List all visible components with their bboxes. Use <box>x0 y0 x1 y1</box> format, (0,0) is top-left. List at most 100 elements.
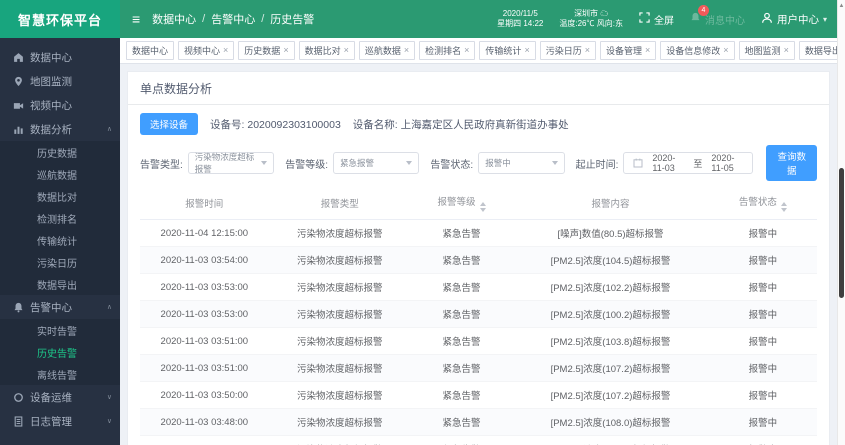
cell-alarm-level: 紧急告警 <box>411 274 513 301</box>
cell-alarm-type: 污染物浓度超标报警 <box>269 247 411 274</box>
table-row[interactable]: 2020-11-03 03:50:00污染物浓度超标报警紧急告警[PM2.5]浓… <box>140 382 817 409</box>
bell-icon <box>13 302 24 313</box>
content-area: 单点数据分析 选择设备 设备号: 2020092303100003 设备名称: … <box>120 64 837 445</box>
table-row[interactable]: 2020-11-04 12:15:00污染物浓度超标报警紧急告警[噪声]数值(8… <box>140 220 817 247</box>
hamburger-menu-icon[interactable]: ≡ <box>132 11 140 27</box>
date-start-value[interactable]: 2020-11-03 <box>652 153 684 173</box>
sidebar-subitem-cruise-data[interactable]: 巡航数据 <box>0 163 120 185</box>
sidebar-subitem-pollution-calendar[interactable]: 污染日历 <box>0 251 120 273</box>
alarm-level-select[interactable]: 紧急报警 <box>333 152 419 174</box>
sidebar-subitem-data-export[interactable]: 数据导出 <box>0 273 120 295</box>
close-icon[interactable] <box>223 46 228 55</box>
video-camera-icon <box>13 100 24 111</box>
close-icon[interactable] <box>524 46 529 55</box>
breadcrumb-item[interactable]: 数据中心 <box>152 11 196 27</box>
breadcrumb-item[interactable]: 告警中心 <box>211 11 255 27</box>
table-row[interactable]: 2020-11-03 03:54:00污染物浓度超标报警紧急告警[PM2.5]浓… <box>140 247 817 274</box>
alarm-type-select[interactable]: 污染物浓度超标报警 <box>188 152 274 174</box>
daterange-label: 起止时间: <box>576 156 619 171</box>
device-name-label: 设备名称: <box>353 119 398 131</box>
sub-item-label: 巡航数据 <box>37 167 77 182</box>
sidebar-item-video-center[interactable]: 视频中心 <box>0 93 120 117</box>
tab-data-compare[interactable]: 数据比对 <box>299 41 355 60</box>
sidebar-subitem-transfer-stats[interactable]: 传输统计 <box>0 229 120 251</box>
sidebar-item-data-center[interactable]: 数据中心 <box>0 45 120 69</box>
sidebar-item-label: 日志管理 <box>30 414 72 429</box>
page-title: 单点数据分析 <box>128 72 829 105</box>
tab-pollution-calendar[interactable]: 污染日历 <box>540 41 596 60</box>
close-icon[interactable] <box>723 46 728 55</box>
message-center-button[interactable]: 消息中心 4 <box>690 12 745 27</box>
alarm-status-select[interactable]: 报警中 <box>478 152 564 174</box>
sidebar-item-map-monitor[interactable]: 地图监测 <box>0 69 120 93</box>
sidebar-subitem-realtime-alarm[interactable]: 实时告警 <box>0 319 120 341</box>
sort-icon[interactable] <box>781 202 787 212</box>
document-icon <box>13 416 24 427</box>
sidebar-item-label: 告警中心 <box>30 300 72 315</box>
tab-transfer-stats[interactable]: 传输统计 <box>479 41 535 60</box>
col-alarm-level[interactable]: 报警等级 <box>411 187 513 220</box>
close-icon[interactable] <box>464 46 469 55</box>
sidebar-item-device-ops[interactable]: 设备运维 ∨ <box>0 385 120 409</box>
select-device-button[interactable]: 选择设备 <box>140 113 198 135</box>
sidebar-subitem-history-data[interactable]: 历史数据 <box>0 141 120 163</box>
sort-icon[interactable] <box>480 202 486 212</box>
alarm-status-value: 报警中 <box>485 157 511 169</box>
sidebar-item-log-management[interactable]: 日志管理 ∨ <box>0 409 120 433</box>
scrollbar-thumb[interactable] <box>839 168 844 298</box>
table-row[interactable]: 2020-11-03 03:53:00污染物浓度超标报警紧急告警[PM2.5]浓… <box>140 301 817 328</box>
user-center-menu[interactable]: 用户中心 ▾ <box>761 12 827 27</box>
sidebar-subitem-offline-alarm[interactable]: 离线告警 <box>0 363 120 385</box>
table-row[interactable]: 2020-11-03 03:53:00污染物浓度超标报警紧急告警[PM2.5]浓… <box>140 274 817 301</box>
close-icon[interactable] <box>404 46 409 55</box>
close-icon[interactable] <box>283 46 288 55</box>
cell-alarm-type: 污染物浓度超标报警 <box>269 382 411 409</box>
tab-data-export[interactable]: 数据导出 <box>799 41 837 60</box>
close-icon[interactable] <box>344 46 349 55</box>
sidebar-subitem-history-alarm[interactable]: 历史告警 <box>0 341 120 363</box>
tab-map-monitor[interactable]: 地图监测 <box>739 41 795 60</box>
date-range-to-text: 至 <box>693 157 702 170</box>
table-row[interactable]: 2020-11-03 03:51:00污染物浓度超标报警紧急告警[PM2.5]浓… <box>140 328 817 355</box>
sidebar-subitem-detect-ranking[interactable]: 检测排名 <box>0 207 120 229</box>
date-end-value[interactable]: 2020-11-05 <box>711 153 743 173</box>
tab-label: 传输统计 <box>485 44 521 57</box>
cell-alarm-content: [噪声]数值(80.5)超标报警 <box>512 220 708 247</box>
cell-alarm-time: 2020-11-03 03:48:00 <box>140 409 269 436</box>
table-row[interactable]: 2020-11-03 03:48:00污染物浓度超标报警紧急告警[PM2.5]浓… <box>140 436 817 445</box>
cell-alarm-content: [PM2.5]浓度(107.2)超标报警 <box>512 382 708 409</box>
sidebar-subitem-data-compare[interactable]: 数据比对 <box>0 185 120 207</box>
datetime-display: 2020/11/5 星期四 14:22 <box>497 9 543 30</box>
tab-detect-ranking[interactable]: 检测排名 <box>419 41 475 60</box>
ring-icon <box>13 392 24 403</box>
fullscreen-button[interactable]: 全屏 <box>639 12 674 27</box>
tab-device-management[interactable]: 设备管理 <box>600 41 656 60</box>
tab-data-center[interactable]: 数据中心 <box>126 41 174 60</box>
table-row[interactable]: 2020-11-03 03:51:00污染物浓度超标报警紧急告警[PM2.5]浓… <box>140 355 817 382</box>
daterange-picker[interactable]: 2020-11-03 至 2020-11-05 <box>623 152 753 174</box>
cloud-icon: ☁ <box>600 9 608 18</box>
tab-cruise-data[interactable]: 巡航数据 <box>359 41 415 60</box>
close-icon[interactable] <box>585 46 590 55</box>
sidebar-item-alarm-center[interactable]: 告警中心 ∧ <box>0 295 120 319</box>
breadcrumb-item[interactable]: 历史告警 <box>270 11 314 27</box>
alarm-type-value: 污染物浓度超标报警 <box>195 151 261 175</box>
query-data-button[interactable]: 查询数据 <box>766 145 817 181</box>
cell-alarm-type: 污染物浓度超标报警 <box>269 220 411 247</box>
close-icon[interactable] <box>784 46 789 55</box>
scrollbar-up-arrow[interactable]: ▲ <box>838 0 845 9</box>
close-icon[interactable] <box>645 46 650 55</box>
sub-item-label: 离线告警 <box>37 367 77 382</box>
page-scrollbar[interactable]: ▲ <box>837 0 845 445</box>
tab-history-data[interactable]: 历史数据 <box>238 41 294 60</box>
header-right: 2020/11/5 星期四 14:22 深圳市 ☁ 温度:26℃ 风向:东 全屏 <box>497 9 827 30</box>
col-alarm-status[interactable]: 告警状态 <box>709 187 817 220</box>
sidebar-item-data-analysis[interactable]: 数据分析 ∧ <box>0 117 120 141</box>
sidebar-item-label: 数据分析 <box>30 122 72 137</box>
cell-alarm-type: 污染物浓度超标报警 <box>269 355 411 382</box>
tab-device-info-edit[interactable]: 设备信息修改 <box>660 41 734 60</box>
sidebar-item-label: 数据中心 <box>30 50 72 65</box>
table-row[interactable]: 2020-11-03 03:48:00污染物浓度超标报警紧急告警[PM2.5]浓… <box>140 409 817 436</box>
sub-item-label: 数据导出 <box>37 277 77 292</box>
tab-video-center[interactable]: 视频中心 <box>178 41 234 60</box>
